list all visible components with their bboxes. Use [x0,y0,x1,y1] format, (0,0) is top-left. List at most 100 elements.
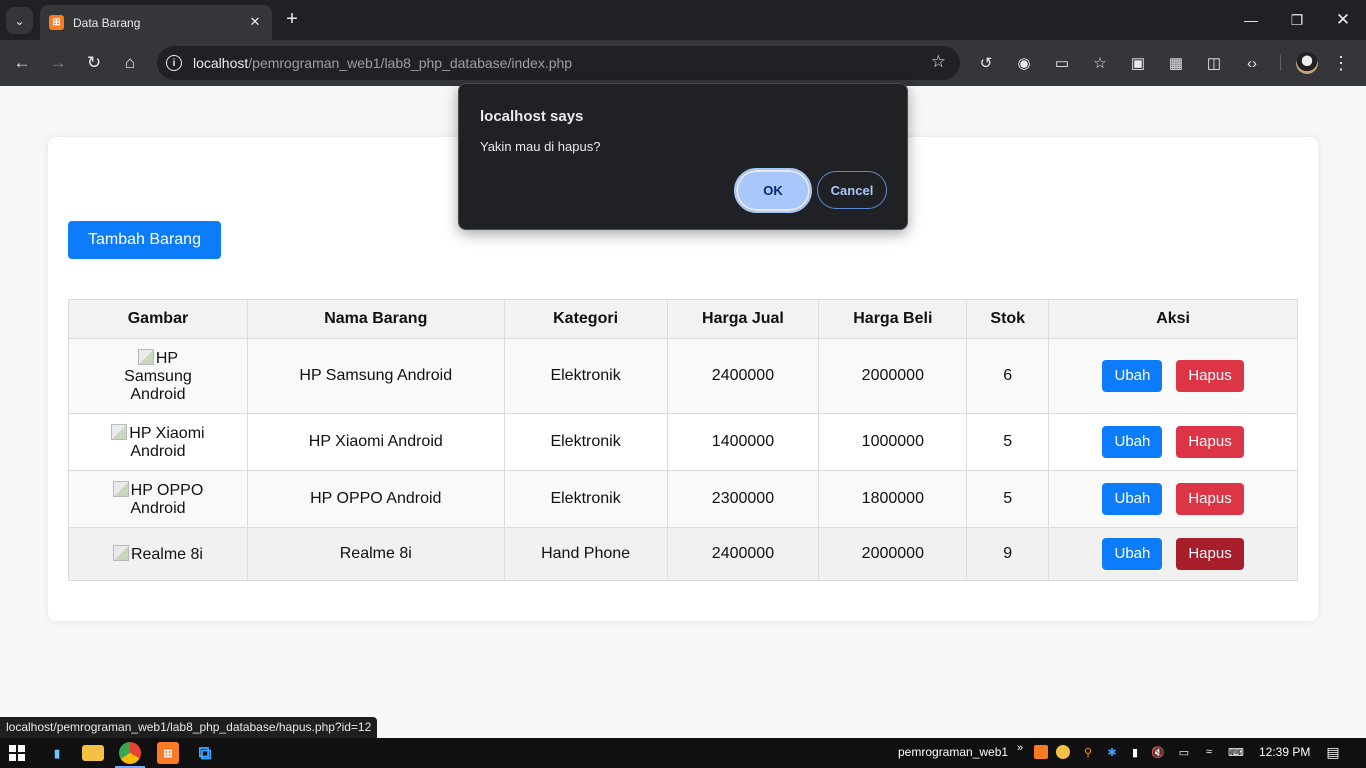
file-explorer-icon[interactable] [82,745,104,761]
confirm-dialog: localhost says Yakin mau di hapus? OK Ca… [458,83,908,230]
favorites-icon[interactable]: ☆ [1089,52,1111,74]
column-header: Stok [966,299,1050,339]
battery-icon[interactable]: ▮ [1128,745,1142,759]
dialog-ok-button[interactable]: OK [734,168,812,213]
new-tab-plus-icon[interactable]: + [281,8,303,30]
devices-icon[interactable]: ▭ [1051,52,1073,74]
action-cell: Ubah Hapus [1048,338,1298,414]
screenshot-icon[interactable]: ▣ [1127,52,1149,74]
edit-button[interactable]: Ubah [1102,483,1163,515]
broken-image-icon [112,480,129,497]
chrome-icon[interactable] [115,742,145,768]
forward-arrow-icon[interactable]: → [45,50,71,76]
wifi-icon[interactable]: ≈ [1202,745,1216,759]
image-alt-text: HP Samsung Android [124,349,192,403]
broken-image: HP Xiaomi Android [103,423,213,461]
name-cell: Realme 8i [246,527,505,581]
delete-button[interactable]: Hapus [1176,426,1244,458]
incognito-icon[interactable]: ◉ [1013,52,1035,74]
history-icon[interactable]: ↺ [975,52,997,74]
back-arrow-icon[interactable]: ← [9,50,35,76]
restore-icon[interactable]: ❐ [1274,0,1320,40]
browser-toolbar: ← → ↻ ⌂ i localhost/pemrograman_web1/lab… [0,40,1366,86]
name-cell: HP Xiaomi Android [246,413,505,471]
delete-button[interactable]: Hapus [1176,360,1244,392]
notification-icon[interactable]: ▤ [1325,744,1341,760]
volume-muted-icon[interactable]: 🔇 [1151,745,1165,759]
category-cell: Elektronik [503,413,668,471]
tray-app-icon[interactable] [1056,745,1070,759]
address-bar[interactable]: i localhost/pemrograman_web1/lab8_php_da… [157,46,960,80]
image-cell: HP Samsung Android [68,338,248,414]
windows-start-icon[interactable] [9,745,25,761]
column-header: Gambar [68,299,248,339]
image-cell: Realme 8i [68,527,248,581]
reading-mode-icon[interactable]: ◫ [1203,52,1225,74]
edit-button[interactable]: Ubah [1102,360,1163,392]
home-icon[interactable]: ⌂ [117,50,143,76]
bluetooth-icon[interactable]: ✱ [1105,745,1119,759]
qr-code-icon[interactable]: ▦ [1165,52,1187,74]
broken-image-icon [112,544,129,561]
battery-app-icon[interactable]: ▮ [46,742,68,764]
table-row: HP Xiaomi Android HP Xiaomi Android Elek… [68,413,1298,471]
url-text[interactable]: localhost/pemrograman_web1/lab8_php_data… [193,55,572,71]
minimize-icon[interactable]: — [1228,0,1274,40]
xampp-tray-icon[interactable] [1034,745,1048,759]
more-menu-icon[interactable]: ⋮ [1330,52,1352,74]
broken-image-icon [111,423,128,440]
site-info-icon[interactable]: i [166,55,182,71]
dialog-cancel-button[interactable]: Cancel [817,171,887,209]
category-cell: Elektronik [503,338,668,414]
window-close-icon[interactable]: ✕ [1320,0,1366,40]
edit-button[interactable]: Ubah [1102,538,1163,570]
add-item-button[interactable]: Tambah Barang [68,221,221,259]
edit-button[interactable]: Ubah [1102,426,1163,458]
delete-button[interactable]: Hapus [1176,483,1244,515]
buy-price-cell: 1000000 [818,413,968,471]
stock-cell: 6 [966,338,1050,414]
toolbar-separator [1280,55,1281,71]
dialog-title: localhost says [480,108,584,125]
image-cell: HP Xiaomi Android [68,413,248,471]
windows-taskbar: ▮ ⊞ ⧉ pemrograman_web1 » ⚲ ✱ ▮ 🔇 ▭ ≈ ⌨ 1… [0,738,1366,768]
column-header: Nama Barang [246,299,505,339]
code-icon[interactable]: ‹› [1241,52,1263,74]
bookmark-star-icon[interactable]: ☆ [931,52,946,72]
tab-strip: ⌄ ⊞ Data Barang ✕ + — ❐ ✕ [0,0,1366,40]
clock-time[interactable]: 12:39 PM [1259,745,1310,759]
sell-price-cell: 1400000 [666,413,820,471]
taskbar-folder-label[interactable]: pemrograman_web1 [898,745,1008,759]
table-row: HP OPPO Android HP OPPO Android Elektron… [68,470,1298,528]
action-cell: Ubah Hapus [1048,470,1298,528]
column-header: Harga Jual [666,299,820,339]
category-cell: Hand Phone [503,527,668,581]
broken-image: Realme 8i [103,544,213,564]
device-icon[interactable]: ▭ [1177,745,1191,759]
category-cell: Elektronik [503,470,668,528]
browser-tab[interactable]: ⊞ Data Barang ✕ [40,5,272,40]
reload-icon[interactable]: ↻ [81,50,107,76]
show-more-chevron-icon[interactable]: » [1013,741,1027,755]
broken-image-icon [137,348,154,365]
keyboard-icon[interactable]: ⌨ [1226,745,1246,759]
tab-close-icon[interactable]: ✕ [246,13,264,31]
sell-price-cell: 2400000 [666,527,820,581]
xampp-taskbar-icon[interactable]: ⊞ [157,742,179,764]
url-host: localhost [193,55,249,71]
sell-price-cell: 2300000 [666,470,820,528]
broken-image: HP OPPO Android [103,480,213,518]
column-header: Aksi [1048,299,1298,339]
profile-avatar[interactable] [1296,52,1318,74]
image-alt-text: Realme 8i [130,545,203,563]
search-icon[interactable]: ⚲ [1081,745,1095,759]
stock-cell: 5 [966,470,1050,528]
action-cell: Ubah Hapus [1048,413,1298,471]
stock-cell: 5 [966,413,1050,471]
image-alt-text: HP Xiaomi Android [129,424,205,460]
tab-search-chevron-icon[interactable]: ⌄ [6,7,33,34]
vscode-icon[interactable]: ⧉ [194,742,216,764]
delete-button[interactable]: Hapus [1176,538,1244,570]
action-cell: Ubah Hapus [1048,527,1298,581]
table-row: HP Samsung Android HP Samsung Android El… [68,338,1298,414]
